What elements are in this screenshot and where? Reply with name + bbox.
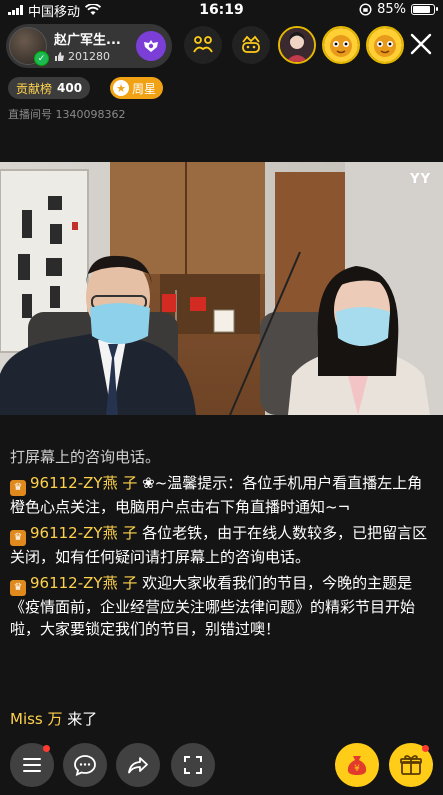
user-level-icon: ♛ [10,530,26,546]
pk-button[interactable] [184,26,222,64]
signal-icon [8,5,23,15]
menu-button[interactable] [10,743,54,787]
notification-dot [422,745,429,752]
weekly-star-button[interactable]: ★ 周星 [110,77,164,99]
host-name: 赵广军生... [54,33,121,48]
contribution-rank-value: 400 [57,81,83,95]
carrier-name: 中国移动 [28,4,81,20]
wifi-icon [85,4,102,15]
status-bar: 中国移动 16:19 85% [0,0,443,20]
menu-icon [23,758,41,772]
share-button[interactable] [116,743,160,787]
fullscreen-button[interactable] [171,743,215,787]
chat-button[interactable] [63,743,107,787]
chat-username[interactable]: 96112-ZY燕 子 [30,524,137,542]
close-icon [410,33,432,55]
yy-watermark: YY [410,172,431,187]
viewer-avatar[interactable] [322,26,360,64]
orientation-lock-icon [359,3,372,16]
chat-message: ♛ 96112-ZY燕 子 各位老铁，由于在线人数较多，已把留言区关闭，如有任何疑… [10,522,435,568]
fullscreen-icon [184,756,202,774]
star-icon: ★ [113,80,129,96]
thumb-icon [55,52,64,61]
battery-percent: 85% [377,2,406,17]
host-avatar[interactable]: ✓ [9,27,49,66]
live-stream-screen: 中国移动 16:19 85% ✓ 赵广军生... 201280 贡献榜 400 … [0,0,443,795]
viewer-avatar[interactable] [366,26,404,64]
contribution-rank-label: 贡献榜 [16,81,53,96]
host-info-pill[interactable]: ✓ 赵广军生... 201280 [6,24,172,68]
svg-text:¥: ¥ [354,764,360,774]
crown-face-icon [242,35,260,53]
battery-icon [411,4,438,15]
video-frame [0,162,443,415]
live-video[interactable]: YY [0,162,443,415]
chat-bubble-icon [74,755,96,776]
room-id-value: 1340098362 [55,108,126,121]
follow-icon [144,40,158,52]
contribution-rank-button[interactable]: 贡献榜 400 [8,77,91,99]
chat-username[interactable]: 96112-ZY燕 子 [30,474,137,492]
room-id: 直播间号 1340098362 [8,106,126,122]
chat-message: ♛ 96112-ZY燕 子 欢迎大家收看我们的节目，今晚的主题是《疫情面前，企业经… [10,572,435,640]
chat-username[interactable]: 96112-ZY燕 子 [30,574,137,592]
notification-dot [43,745,50,752]
weekly-star-label: 周星 [132,81,157,96]
follow-button[interactable] [136,31,166,61]
verified-shield-icon: ✓ [34,51,49,66]
guard-button[interactable] [232,26,270,64]
user-level-icon: ♛ [10,580,26,596]
chat-message: ♛ 96112-ZY燕 子 ❀~温馨提示：各位手机用户看直播左上角橙色心点关注，电… [10,472,435,518]
chat-panel[interactable]: 打屏幕上的咨询电话。 ♛ 96112-ZY燕 子 ❀~温馨提示：各位手机用户看直播… [10,448,435,644]
close-button[interactable] [405,28,437,60]
gift-icon [400,755,422,775]
money-bag-icon: ¥ [347,756,367,775]
join-notice: Miss 万 来了 [10,708,97,729]
battery-level [413,6,430,13]
people-connect-icon [193,36,213,53]
join-username[interactable]: Miss 万 [10,710,63,728]
room-id-label: 直播间号 [8,108,52,121]
lucky-bag-button[interactable]: ¥ [335,743,379,787]
share-icon [128,757,148,774]
user-level-icon: ♛ [10,480,26,496]
gift-button[interactable] [389,743,433,787]
chat-message-partial: 打屏幕上的咨询电话。 [10,448,161,466]
join-text: 来了 [67,710,98,728]
viewer-avatar[interactable] [278,26,316,64]
host-fans-count: 201280 [68,50,110,63]
